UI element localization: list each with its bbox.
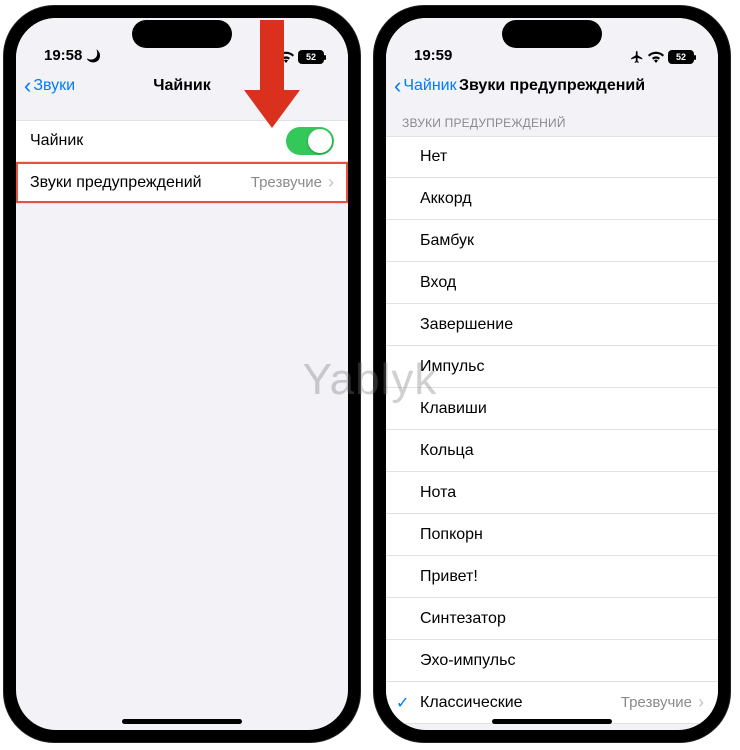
tone-row[interactable]: Импульс: [386, 346, 718, 388]
chevron-left-icon: ‹: [394, 75, 401, 97]
tone-label: Бамбук: [420, 232, 704, 250]
tone-label: Нет: [420, 148, 704, 166]
tone-row-classic[interactable]: ✓ Классические Трезвучие ›: [386, 682, 718, 724]
tone-row[interactable]: Попкорн: [386, 514, 718, 556]
tone-row[interactable]: Синтезатор: [386, 598, 718, 640]
tone-row[interactable]: Клавиши: [386, 388, 718, 430]
tone-label: Аккорд: [420, 190, 704, 208]
airplane-mode-icon: [260, 50, 274, 64]
tone-label: Классические: [420, 694, 621, 712]
phone-right: 19:59 52 ‹ Чайник Звуки предупре: [374, 6, 730, 742]
tone-value: Трезвучие: [621, 694, 692, 711]
tone-row[interactable]: Бамбук: [386, 220, 718, 262]
nav-bar: ‹ Чайник Звуки предупреждений: [386, 66, 718, 106]
tone-label: Нота: [420, 484, 704, 502]
tone-label: Импульс: [420, 358, 704, 376]
dynamic-island: [132, 20, 232, 48]
checkmark-icon: ✓: [396, 693, 420, 713]
home-indicator[interactable]: [122, 719, 242, 724]
section-header-alert-sounds: ЗВУКИ ПРЕДУПРЕЖДЕНИЙ: [386, 116, 718, 136]
battery-icon: 52: [668, 50, 694, 64]
tone-row[interactable]: Кольца: [386, 430, 718, 472]
tone-label: Клавиши: [420, 400, 704, 418]
airplane-mode-icon: [630, 50, 644, 64]
chevron-right-icon: ›: [328, 172, 334, 193]
tone-row[interactable]: Привет!: [386, 556, 718, 598]
alert-sounds-value: Трезвучие: [251, 174, 322, 191]
alert-sounds-row[interactable]: Звуки предупреждений Трезвучие ›: [16, 162, 348, 204]
back-button[interactable]: ‹ Звуки: [24, 75, 75, 97]
status-time: 19:58: [44, 47, 82, 64]
dynamic-island: [502, 20, 602, 48]
back-label: Чайник: [403, 77, 456, 95]
tone-label: Привет!: [420, 568, 704, 586]
wifi-icon: [278, 51, 294, 63]
tone-row[interactable]: Нота: [386, 472, 718, 514]
tone-row[interactable]: Вход: [386, 262, 718, 304]
back-label: Звуки: [33, 77, 75, 95]
battery-icon: 52: [298, 50, 324, 64]
tone-row[interactable]: Аккорд: [386, 178, 718, 220]
alert-sounds-label: Звуки предупреждений: [30, 174, 251, 192]
toggle-row-chaynik[interactable]: Чайник: [16, 120, 348, 162]
tone-row[interactable]: Эхо-импульс: [386, 640, 718, 682]
tone-row[interactable]: Нет: [386, 136, 718, 178]
chevron-right-icon: ›: [698, 692, 704, 713]
tone-label: Кольца: [420, 442, 704, 460]
do-not-disturb-icon: [86, 47, 101, 64]
wifi-icon: [648, 51, 664, 63]
tone-label: Эхо-импульс: [420, 652, 704, 670]
back-button[interactable]: ‹ Чайник: [394, 75, 457, 97]
tone-label: Вход: [420, 274, 704, 292]
home-indicator[interactable]: [492, 719, 612, 724]
phone-left: 19:58 52 ‹ Звуки Чайн: [4, 6, 360, 742]
tone-label: Попкорн: [420, 526, 704, 544]
tone-label: Синтезатор: [420, 610, 704, 628]
toggle-switch[interactable]: [286, 127, 334, 155]
chevron-left-icon: ‹: [24, 75, 31, 97]
tone-label: Завершение: [420, 316, 704, 334]
nav-bar: ‹ Звуки Чайник: [16, 66, 348, 106]
tone-row[interactable]: Завершение: [386, 304, 718, 346]
toggle-label: Чайник: [30, 132, 286, 150]
status-time: 19:59: [414, 47, 452, 64]
